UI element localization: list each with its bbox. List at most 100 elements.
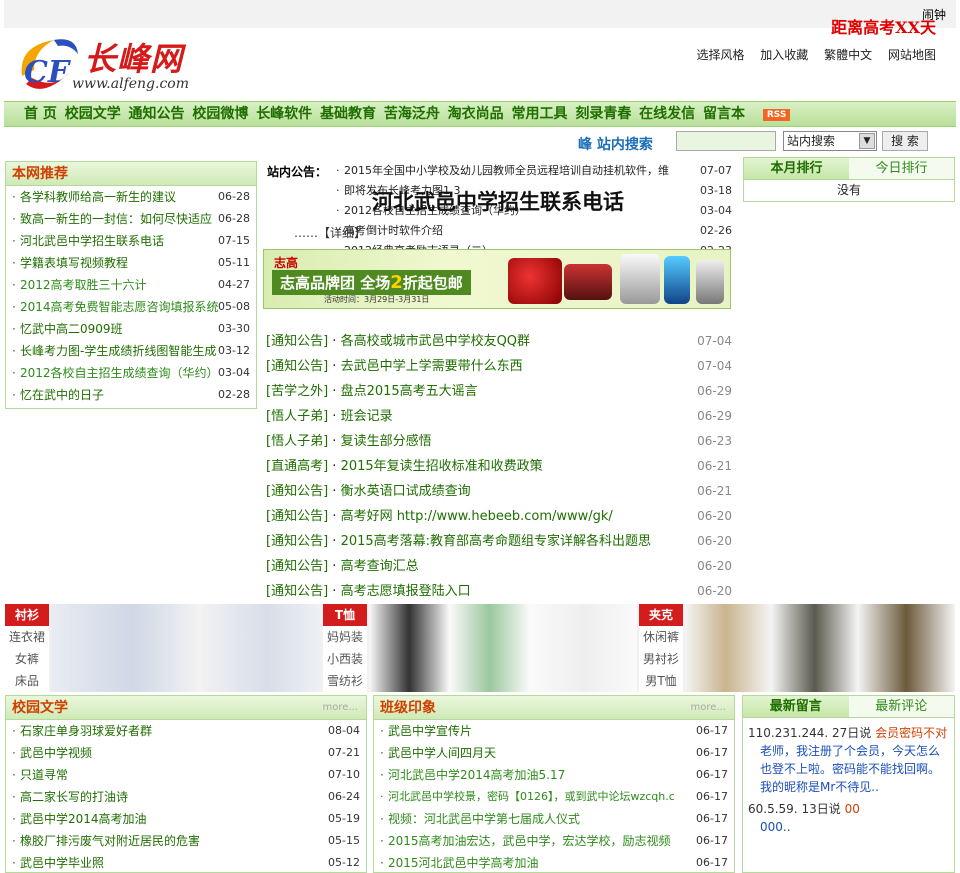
list-item[interactable]: 武邑中学宣传片06-17 bbox=[374, 720, 734, 742]
nav-item-notices[interactable]: 通知公告 bbox=[129, 102, 185, 126]
product-photo[interactable] bbox=[369, 604, 637, 692]
rank-box: 本月排行 今日排行 没有 bbox=[743, 157, 955, 202]
category-link[interactable]: 小西装 bbox=[323, 648, 367, 670]
search-scope-select[interactable]: 站内搜索 ▼ bbox=[783, 131, 877, 151]
list-item[interactable]: 2014高考免费智能志愿咨询填报系统05-08 bbox=[6, 296, 256, 318]
tab-latest-comments[interactable]: 最新评论 bbox=[848, 696, 954, 717]
list-item[interactable]: 武邑中学毕业照05-12 bbox=[6, 852, 366, 873]
more-link[interactable]: more... bbox=[323, 696, 358, 720]
category-link[interactable]: 女裤 bbox=[5, 648, 49, 670]
site-search-title: 峰 站内搜索 bbox=[578, 137, 653, 153]
nav-item-weibo[interactable]: 校园微博 bbox=[192, 102, 248, 126]
list-item[interactable]: [通知公告] · 2015高考落幕:教育部高考命题组专家详解各科出题思 06-20 bbox=[266, 529, 736, 554]
ad-slogan: 志高品牌团 全场2折起包邮 bbox=[272, 270, 471, 295]
campus-literature-box: 校园文学 more... 石家庄单身羽球爱好者群08-04 武邑中学视频07-2… bbox=[5, 695, 367, 873]
category-link[interactable]: 男T恤 bbox=[639, 670, 683, 692]
nav-item-shop[interactable]: 淘衣尚品 bbox=[448, 102, 504, 126]
featured-headline[interactable]: 河北武邑中学招生联系电话 bbox=[372, 186, 624, 216]
list-item[interactable]: 2015高考加油宏达，武邑中学，宏达学校，励志视频06-17 bbox=[374, 830, 734, 852]
list-item[interactable]: 2015河北武邑中学高考加油06-17 bbox=[374, 852, 734, 873]
traditional-chinese-link[interactable]: 繁體中文 bbox=[824, 48, 872, 62]
list-item[interactable]: [悟人子弟] · 复读生部分感悟 06-23 bbox=[266, 429, 736, 454]
rank-tabs: 本月排行 今日排行 bbox=[744, 158, 954, 180]
campus-literature-list: 石家庄单身羽球爱好者群08-04 武邑中学视频07-21 只道寻常07-10 高… bbox=[6, 720, 366, 873]
nav-item-mail[interactable]: 在线发信 bbox=[639, 102, 695, 126]
list-item[interactable]: 河北武邑中学招生联系电话07-15 bbox=[6, 230, 256, 252]
main-nav: 首 页 校园文学 通知公告 校园微博 长峰软件 基础教育 苦海泛舟 淘衣尚品 常… bbox=[4, 101, 956, 127]
list-item[interactable]: [通知公告] · 去武邑中学上学需要带什么东西 07-04 bbox=[266, 354, 736, 379]
list-item[interactable]: 忆在武中的日子02-28 bbox=[6, 384, 256, 406]
list-item[interactable]: [直通高考] · 2015年复读生招收标准和收费政策 06-21 bbox=[266, 454, 736, 479]
ad-banner[interactable]: 志高 志高品牌团 全场2折起包邮 活动时间：3月29日-3月31日 bbox=[263, 249, 731, 309]
list-item[interactable]: 只道寻常07-10 bbox=[6, 764, 366, 786]
nav-item-education[interactable]: 基础教育 bbox=[320, 102, 376, 126]
category-link[interactable]: 床品 bbox=[5, 670, 49, 692]
list-item[interactable]: 视频：河北武邑中学第七届成人仪式06-17 bbox=[374, 808, 734, 830]
notice-label: 站内公告： bbox=[267, 165, 328, 179]
tab-month-rank[interactable]: 本月排行 bbox=[744, 158, 849, 179]
choose-style-link[interactable]: 选择风格 bbox=[696, 48, 744, 62]
list-item[interactable]: 2015年全国中小学校及幼儿园教师全员远程培训自动挂机软件，维07-07 bbox=[336, 161, 736, 181]
tab-today-rank[interactable]: 今日排行 bbox=[849, 158, 954, 179]
product-photo[interactable] bbox=[51, 604, 321, 692]
list-item[interactable]: [通知公告] · 高考查询汇总 06-20 bbox=[266, 554, 736, 579]
category-link[interactable]: 雪纺衫 bbox=[323, 670, 367, 692]
message-entry[interactable]: 110.231.244. 27日说 会员密码不对 老师，我注册了个会员，今天怎么… bbox=[748, 724, 949, 796]
class-impression-box: 班级印象 more... 武邑中学宣传片06-17 武邑中学人间四月天06-17… bbox=[373, 695, 735, 873]
list-item[interactable]: [通知公告] · 高考志愿填报登陆入口 06-20 bbox=[266, 579, 736, 604]
detail-link[interactable]: ……【详细】 bbox=[294, 224, 366, 241]
nav-item-tools[interactable]: 常用工具 bbox=[512, 102, 568, 126]
search-button[interactable]: 搜 索 bbox=[882, 131, 928, 151]
list-item[interactable]: 石家庄单身羽球爱好者群08-04 bbox=[6, 720, 366, 742]
list-item[interactable]: [通知公告] · 衡水英语口试成绩查询 06-21 bbox=[266, 479, 736, 504]
nav-item-home[interactable]: 首 页 bbox=[24, 102, 57, 126]
category-head[interactable]: 夹克 bbox=[639, 604, 683, 626]
list-item[interactable]: [通知公告] · 各高校或城市武邑中学校友QQ群 07-04 bbox=[266, 329, 736, 354]
message-list: 110.231.244. 27日说 会员密码不对 老师，我注册了个会员，今天怎么… bbox=[743, 718, 954, 842]
list-item[interactable]: 各学科教师给高一新生的建议06-28 bbox=[6, 186, 256, 208]
top-strip bbox=[4, 0, 956, 28]
list-item[interactable]: [通知公告] · 高考好网 http://www.hebeeb.com/www/… bbox=[266, 504, 736, 529]
tab-latest-messages[interactable]: 最新留言 bbox=[743, 696, 849, 717]
list-item[interactable]: 高考倒计时软件介绍02-26 bbox=[336, 221, 736, 241]
list-item[interactable]: 2012各校自主招生成绩查询（华约）03-04 bbox=[6, 362, 256, 384]
nav-item-guestbook[interactable]: 留言本 bbox=[703, 102, 745, 126]
category-head[interactable]: 衬衫 bbox=[5, 604, 49, 626]
nav-item-study[interactable]: 苦海泛舟 bbox=[384, 102, 440, 126]
category-head[interactable]: T恤 bbox=[323, 604, 367, 626]
list-item[interactable]: 橡胶厂排污废气对附近居民的危害05-15 bbox=[6, 830, 366, 852]
product-photo[interactable] bbox=[685, 604, 955, 692]
list-item[interactable]: 学籍表填写视频教程05-11 bbox=[6, 252, 256, 274]
category-link[interactable]: 休闲裤 bbox=[639, 626, 683, 648]
list-item[interactable]: 河北武邑中学2014高考加油5.1706-17 bbox=[374, 764, 734, 786]
nav-item-campus-literature[interactable]: 校园文学 bbox=[65, 102, 121, 126]
list-item[interactable]: 武邑中学2014高考加油05-19 bbox=[6, 808, 366, 830]
site-map-link[interactable]: 网站地图 bbox=[888, 48, 936, 62]
message-entry[interactable]: 60.5.59. 13日说 00 000.. bbox=[748, 800, 949, 836]
category-link[interactable]: 连衣裙 bbox=[5, 626, 49, 648]
list-item[interactable]: 长峰考力图-学生成绩折线图智能生成03-12 bbox=[6, 340, 256, 362]
list-item[interactable]: 致高一新生的一封信：如何尽快适应06-28 bbox=[6, 208, 256, 230]
nav-item-software[interactable]: 长峰软件 bbox=[256, 102, 312, 126]
category-link[interactable]: 男衬衫 bbox=[639, 648, 683, 670]
nav-item-youth[interactable]: 刻录青春 bbox=[575, 102, 631, 126]
list-item[interactable]: 河北武邑中学校景，密码【0126】，或到武中论坛wzcqh.c06-17 bbox=[374, 786, 734, 808]
list-item[interactable]: 2012高考取胜三十六计04-27 bbox=[6, 274, 256, 296]
list-item[interactable]: [苦学之外] · 盘点2015高考五大谣言 06-29 bbox=[266, 379, 736, 404]
search-input[interactable] bbox=[676, 131, 776, 151]
category-link[interactable]: 妈妈装 bbox=[323, 626, 367, 648]
list-item[interactable]: 忆武中高二0909班03-30 bbox=[6, 318, 256, 340]
more-link[interactable]: more... bbox=[691, 696, 726, 720]
messages-box: 最新留言 最新评论 110.231.244. 27日说 会员密码不对 老师，我注… bbox=[742, 695, 955, 873]
kettle-image bbox=[664, 256, 690, 304]
add-favorite-link[interactable]: 加入收藏 bbox=[760, 48, 808, 62]
clothing-category-tshirts: T恤 妈妈装 小西装 雪纺衫 bbox=[323, 604, 367, 692]
news-list: [通知公告] · 各高校或城市武邑中学校友QQ群 07-04 [通知公告] · 去… bbox=[266, 329, 736, 604]
list-item[interactable]: 高二家长写的打油诗06-24 bbox=[6, 786, 366, 808]
recommend-title: 本网推荐 bbox=[6, 162, 256, 186]
recommend-list: 各学科教师给高一新生的建议06-28 致高一新生的一封信：如何尽快适应06-28… bbox=[6, 186, 256, 406]
list-item[interactable]: 武邑中学人间四月天06-17 bbox=[374, 742, 734, 764]
rss-icon[interactable]: RSS bbox=[762, 108, 791, 121]
list-item[interactable]: [悟人子弟] · 班会记录 06-29 bbox=[266, 404, 736, 429]
list-item[interactable]: 武邑中学视频07-21 bbox=[6, 742, 366, 764]
